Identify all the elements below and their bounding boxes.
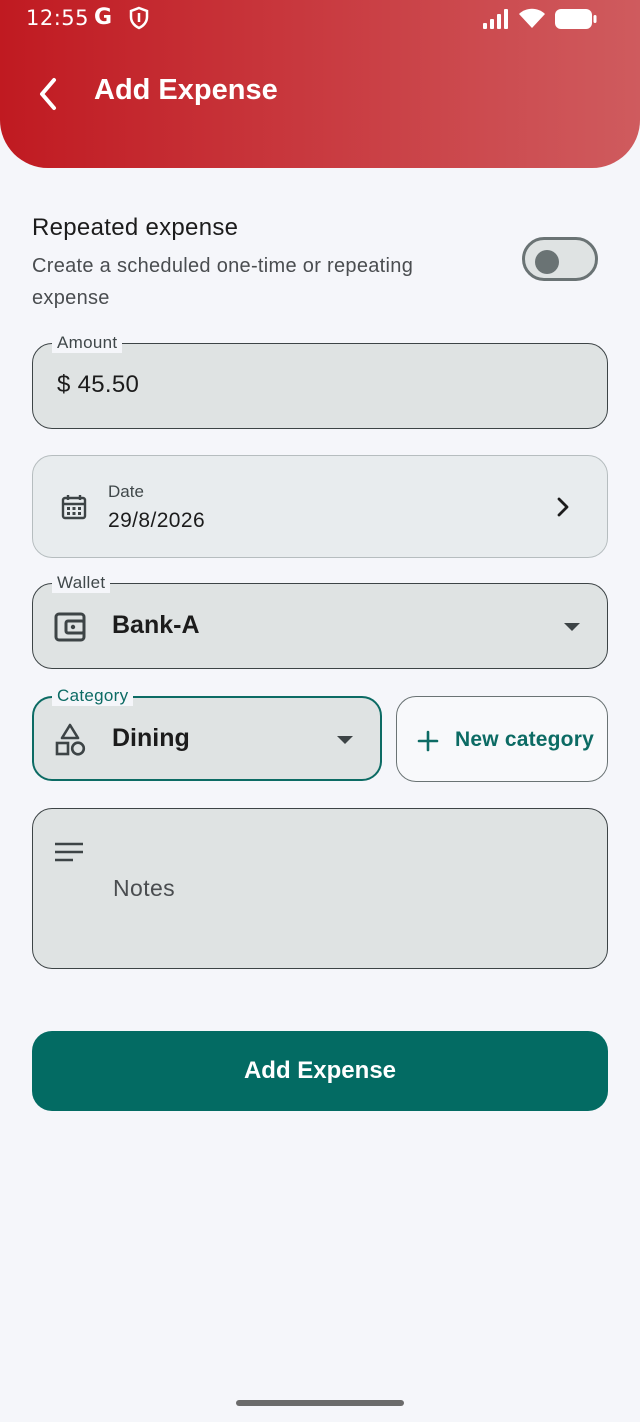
chevron-down-icon	[564, 623, 580, 631]
calendar-icon	[61, 495, 87, 520]
new-category-label: New category	[455, 728, 594, 751]
category-label: Category	[52, 686, 134, 706]
category-dropdown[interactable]: Category Dining	[32, 686, 382, 781]
notes-lines-icon	[55, 842, 83, 862]
date-label: Date	[108, 482, 144, 501]
add-expense-button[interactable]: Add Expense	[32, 1031, 608, 1111]
signal-icon	[483, 9, 508, 29]
notes-field[interactable]: Notes	[32, 808, 608, 969]
category-value: Dining	[112, 724, 190, 752]
chevron-right-icon	[557, 497, 569, 517]
new-category-button[interactable]: New category	[396, 696, 608, 782]
toggle-knob	[535, 250, 559, 274]
category-shapes-icon	[55, 723, 86, 756]
wallet-value: Bank-A	[112, 611, 200, 639]
page-title: Add Expense	[94, 74, 278, 106]
amount-value: $ 45.50	[57, 371, 140, 398]
home-indicator[interactable]	[236, 1400, 404, 1406]
back-button[interactable]	[30, 72, 70, 116]
date-picker-field[interactable]: Date 29/8/2026	[32, 455, 608, 558]
wallet-dropdown[interactable]: Wallet Bank-A	[32, 573, 608, 669]
repeated-expense-title: Repeated expense	[32, 214, 239, 241]
battery-icon	[555, 9, 597, 29]
notes-placeholder: Notes	[113, 875, 176, 901]
wallet-label: Wallet	[52, 573, 111, 593]
status-bar: 12:55 G	[0, 0, 640, 40]
chevron-down-icon	[337, 736, 353, 744]
wallet-icon	[54, 612, 86, 642]
status-time: 12:55	[26, 6, 90, 30]
amount-label: Amount	[52, 333, 123, 353]
google-icon: G	[94, 5, 113, 30]
repeated-expense-subtitle: Create a scheduled one-time or repeating…	[32, 255, 414, 309]
shield-icon	[129, 6, 149, 30]
amount-field[interactable]: Amount $ 45.50	[32, 333, 608, 429]
repeated-expense-toggle[interactable]	[522, 237, 598, 281]
wifi-icon	[519, 8, 545, 28]
date-value: 29/8/2026	[108, 509, 206, 532]
plus-icon	[417, 730, 439, 752]
arrow-back-icon	[40, 78, 56, 110]
